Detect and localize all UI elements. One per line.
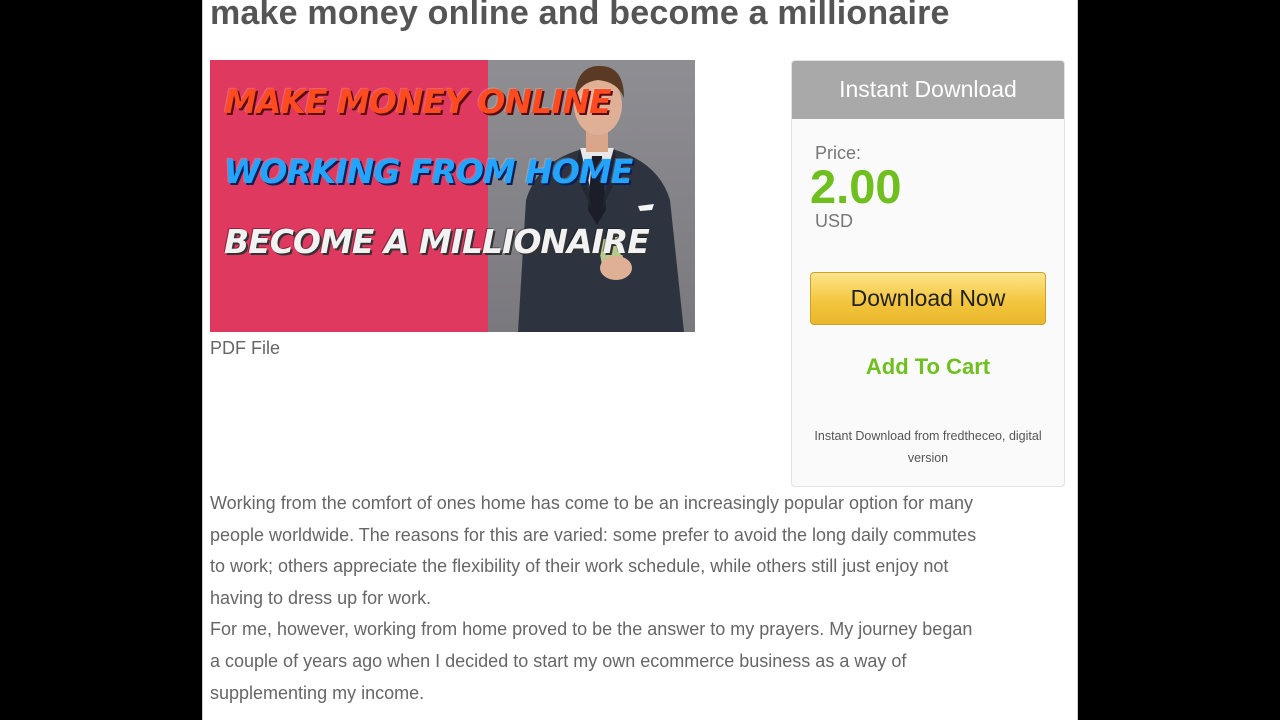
currency-label: USD [815,211,854,231]
banner-line-3: BECOME A MILLIONAIRE [224,222,650,261]
price-value: 2.00 [810,160,902,213]
banner-line-1: MAKE MONEY ONLINE [224,82,612,121]
page-title: make money online and become a millionai… [210,0,950,32]
download-now-button[interactable]: Download Now [810,272,1046,325]
purchase-box: Instant Download Price: 2.00 USD Downloa… [791,60,1065,487]
product-description: Working from the comfort of ones home ha… [210,488,980,709]
description-paragraph-1: Working from the comfort of ones home ha… [210,493,977,608]
add-to-cart-link[interactable]: Add To Cart [792,354,1064,380]
product-image[interactable]: MAKE MONEY ONLINE WORKING FROM HOME BECO… [210,60,695,332]
purchase-box-header: Instant Download [792,61,1064,119]
file-type-label: PDF File [210,338,281,358]
seller-note: Instant Download from fredtheceo, digita… [814,429,1042,465]
description-paragraph-2: For me, however, working from home prove… [210,619,973,703]
product-page: make money online and become a millionai… [202,0,1078,720]
banner-line-2: WORKING FROM HOME [224,152,633,191]
